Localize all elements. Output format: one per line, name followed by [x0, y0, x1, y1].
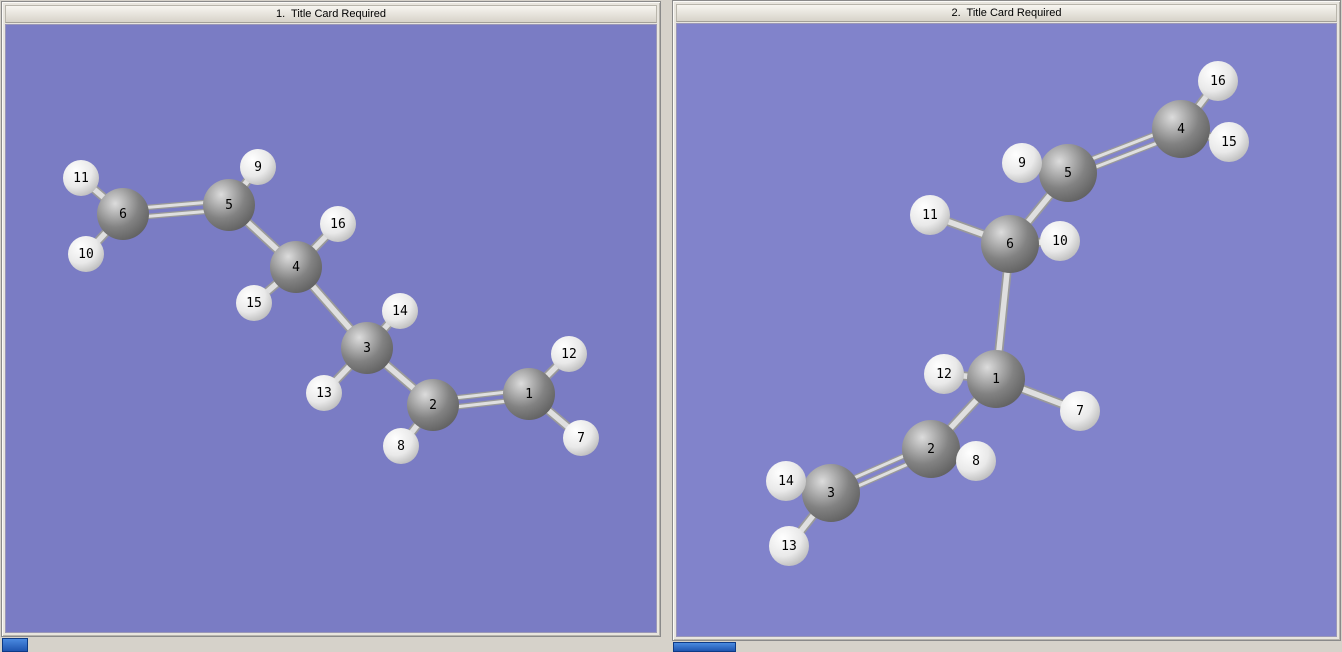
atom-H13[interactable]: 13: [306, 375, 342, 411]
atom-H14[interactable]: 14: [766, 461, 806, 501]
background-window-titlebar-fragment-1[interactable]: [2, 638, 28, 652]
atom-H7[interactable]: 7: [1060, 391, 1100, 431]
atom-label: 6: [1006, 236, 1014, 252]
atom-C3[interactable]: 3: [802, 464, 860, 522]
atom-C6[interactable]: 6: [981, 215, 1039, 273]
atom-C4[interactable]: 4: [1152, 100, 1210, 158]
atom-C5[interactable]: 5: [203, 179, 255, 231]
atom-label: 12: [936, 366, 952, 382]
atom-H8[interactable]: 8: [383, 428, 419, 464]
atom-label: 7: [1076, 403, 1084, 419]
atom-H10[interactable]: 10: [68, 236, 104, 272]
atom-label: 14: [392, 303, 408, 319]
atom-C2[interactable]: 2: [902, 420, 960, 478]
atom-label: 15: [1221, 134, 1237, 150]
atom-label: 4: [1177, 121, 1185, 137]
background-window-titlebar-fragment-2[interactable]: [673, 642, 736, 652]
atom-layer-2: 1 2 3 4 5 6 7 8 9 10 11 12 13 14 15 16: [677, 24, 1336, 636]
atom-C4[interactable]: 4: [270, 241, 322, 293]
atom-label: 9: [1018, 155, 1026, 171]
atom-C3[interactable]: 3: [341, 322, 393, 374]
atom-label: 2: [429, 397, 437, 413]
atom-H16[interactable]: 16: [320, 206, 356, 242]
atom-H11[interactable]: 11: [63, 160, 99, 196]
atom-label: 3: [827, 485, 835, 501]
atom-label: 14: [778, 473, 794, 489]
atom-label: 16: [330, 216, 346, 232]
atom-label: 8: [397, 438, 405, 454]
atom-C1[interactable]: 1: [503, 368, 555, 420]
atom-label: 1: [992, 371, 1000, 387]
atom-C2[interactable]: 2: [407, 379, 459, 431]
window-2-title: 2. Title Card Required: [951, 7, 1062, 19]
window-1-titlebar[interactable]: 1. Title Card Required: [5, 5, 657, 23]
molecule-viewport-1[interactable]: 1 2 3 4 5 6 7 8 9 10 11 12 13 14 15 16: [5, 24, 657, 633]
atom-label: 16: [1210, 73, 1226, 89]
molecule-window-1: 1. Title Card Required 1 2 3 4 5 6 7 8 9 10 11 12 13…: [1, 1, 661, 637]
atom-label: 9: [254, 159, 262, 175]
atom-H16[interactable]: 16: [1198, 61, 1238, 101]
atom-H14[interactable]: 14: [382, 293, 418, 329]
atom-label: 5: [225, 197, 233, 213]
atom-H12[interactable]: 12: [551, 336, 587, 372]
atom-H9[interactable]: 9: [240, 149, 276, 185]
atom-label: 8: [972, 453, 980, 469]
atom-C5[interactable]: 5: [1039, 144, 1097, 202]
molecule-viewport-2[interactable]: 1 2 3 4 5 6 7 8 9 10 11 12 13 14 15 16: [676, 23, 1337, 637]
atom-H15[interactable]: 15: [1209, 122, 1249, 162]
molecule-window-2: 2. Title Card Required 1 2 3 4 5 6 7 8 9 10 11 12 13…: [672, 0, 1341, 641]
atom-H12[interactable]: 12: [924, 354, 964, 394]
atom-H15[interactable]: 15: [236, 285, 272, 321]
desktop: { "desktop": { "background": "#d6d2ca" }…: [0, 0, 1342, 652]
atom-label: 13: [316, 385, 332, 401]
atom-label: 1: [525, 386, 533, 402]
atom-H10[interactable]: 10: [1040, 221, 1080, 261]
atom-C1[interactable]: 1: [967, 350, 1025, 408]
atom-label: 11: [922, 207, 938, 223]
atom-layer-1: 1 2 3 4 5 6 7 8 9 10 11 12 13 14 15 16: [6, 25, 656, 632]
atom-H11[interactable]: 11: [910, 195, 950, 235]
atom-label: 10: [78, 246, 94, 262]
atom-H8[interactable]: 8: [956, 441, 996, 481]
atom-label: 15: [246, 295, 262, 311]
atom-label: 2: [927, 441, 935, 457]
atom-label: 13: [781, 538, 797, 554]
window-2-titlebar[interactable]: 2. Title Card Required: [676, 4, 1337, 22]
atom-H7[interactable]: 7: [563, 420, 599, 456]
atom-H9[interactable]: 9: [1002, 143, 1042, 183]
atom-label: 4: [292, 259, 300, 275]
window-1-title: 1. Title Card Required: [275, 8, 387, 20]
atom-C6[interactable]: 6: [97, 188, 149, 240]
atom-label: 11: [73, 170, 89, 186]
atom-label: 7: [577, 430, 585, 446]
atom-label: 12: [561, 346, 577, 362]
atom-label: 5: [1064, 165, 1072, 181]
atom-H13[interactable]: 13: [769, 526, 809, 566]
atom-label: 10: [1052, 233, 1068, 249]
atom-label: 3: [363, 340, 371, 356]
atom-label: 6: [119, 206, 127, 222]
